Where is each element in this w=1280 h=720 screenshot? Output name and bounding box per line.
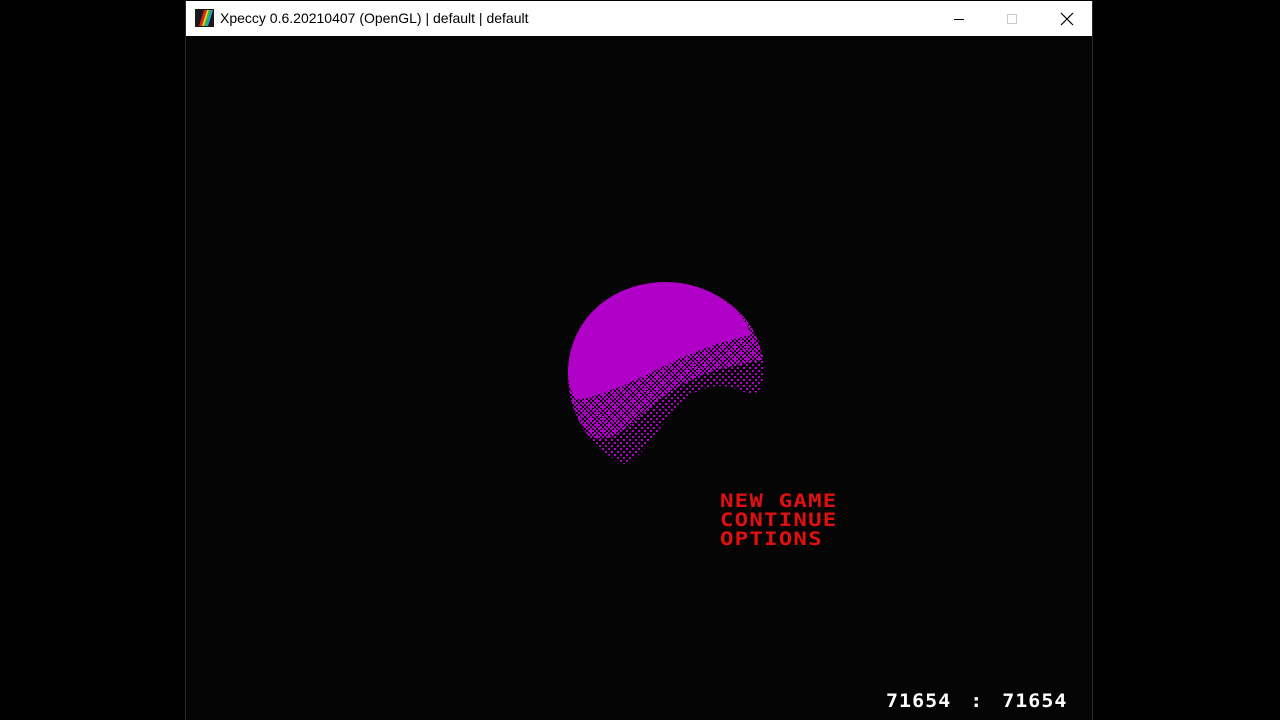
frame-counter: 71654:71654 (886, 691, 1068, 711)
main-menu: NEW GAME CONTINUE OPTIONS (720, 492, 837, 549)
close-button[interactable] (1044, 1, 1090, 36)
emulator-window: Xpeccy 0.6.20210407 (OpenGL) | default |… (185, 1, 1093, 720)
counter-left-value: 71654 (886, 690, 952, 712)
maximize-icon (1007, 13, 1017, 24)
xpeccy-app-icon (195, 9, 214, 27)
maximize-button[interactable] (989, 1, 1035, 36)
minimize-button[interactable] (936, 1, 982, 36)
planet-graphic (568, 282, 764, 464)
menu-item-options[interactable]: OPTIONS (720, 530, 837, 549)
window-title: Xpeccy 0.6.20210407 (OpenGL) | default |… (220, 10, 529, 26)
emulator-screen[interactable]: NEW GAME CONTINUE OPTIONS 71654:71654 (186, 36, 1092, 720)
close-icon (1060, 12, 1074, 25)
title-bar[interactable]: Xpeccy 0.6.20210407 (OpenGL) | default |… (186, 1, 1092, 36)
counter-separator: : (970, 690, 984, 712)
minimize-icon (954, 18, 964, 20)
counter-right-value: 71654 (1002, 690, 1068, 712)
